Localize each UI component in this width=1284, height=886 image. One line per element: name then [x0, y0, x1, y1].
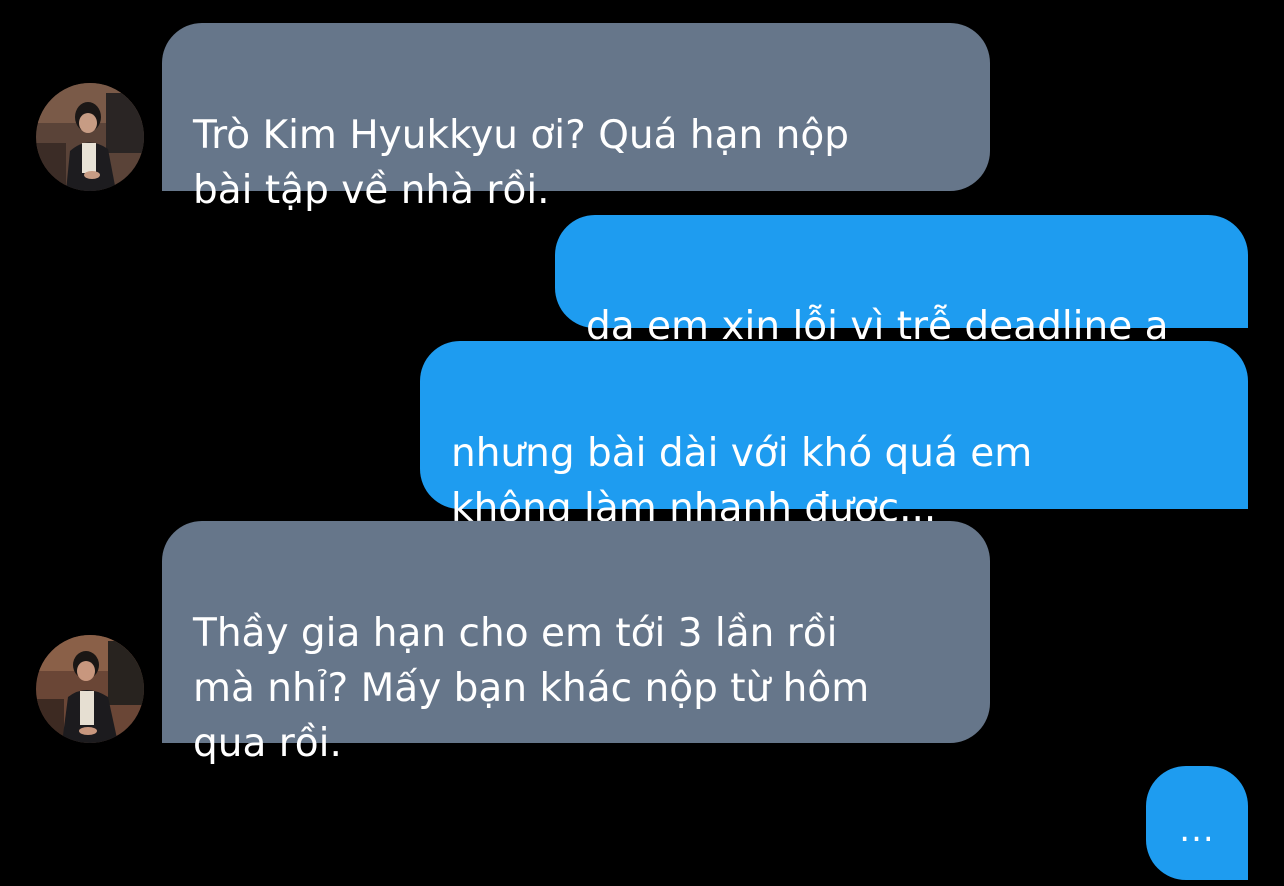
- typing-dots: ...: [1179, 810, 1215, 850]
- message-bubble-incoming[interactable]: Thầy gia hạn cho em tới 3 lần rồi mà nhỉ…: [162, 521, 990, 766]
- message-text: Trò Kim Hyukkyu ơi? Quá hạn nộp bài tập …: [193, 113, 849, 213]
- message-bubble-incoming[interactable]: Trò Kim Hyukkyu ơi? Quá hạn nộp bài tập …: [162, 23, 990, 213]
- contact-photo-icon: [36, 83, 144, 191]
- message-bubble-outgoing[interactable]: dạ em xin lỗi vì trễ deadline ạ: [555, 215, 1248, 349]
- message-bubble-outgoing[interactable]: nhưng bài dài với khó quá em không làm n…: [420, 341, 1248, 531]
- message-text: Thầy gia hạn cho em tới 3 lần rồi mà nhỉ…: [193, 611, 870, 766]
- contact-avatar[interactable]: [36, 635, 144, 743]
- contact-photo-icon: [36, 635, 144, 743]
- typing-indicator: ...: [1146, 766, 1248, 880]
- contact-avatar[interactable]: [36, 83, 144, 191]
- message-text: nhưng bài dài với khó quá em không làm n…: [451, 431, 1033, 531]
